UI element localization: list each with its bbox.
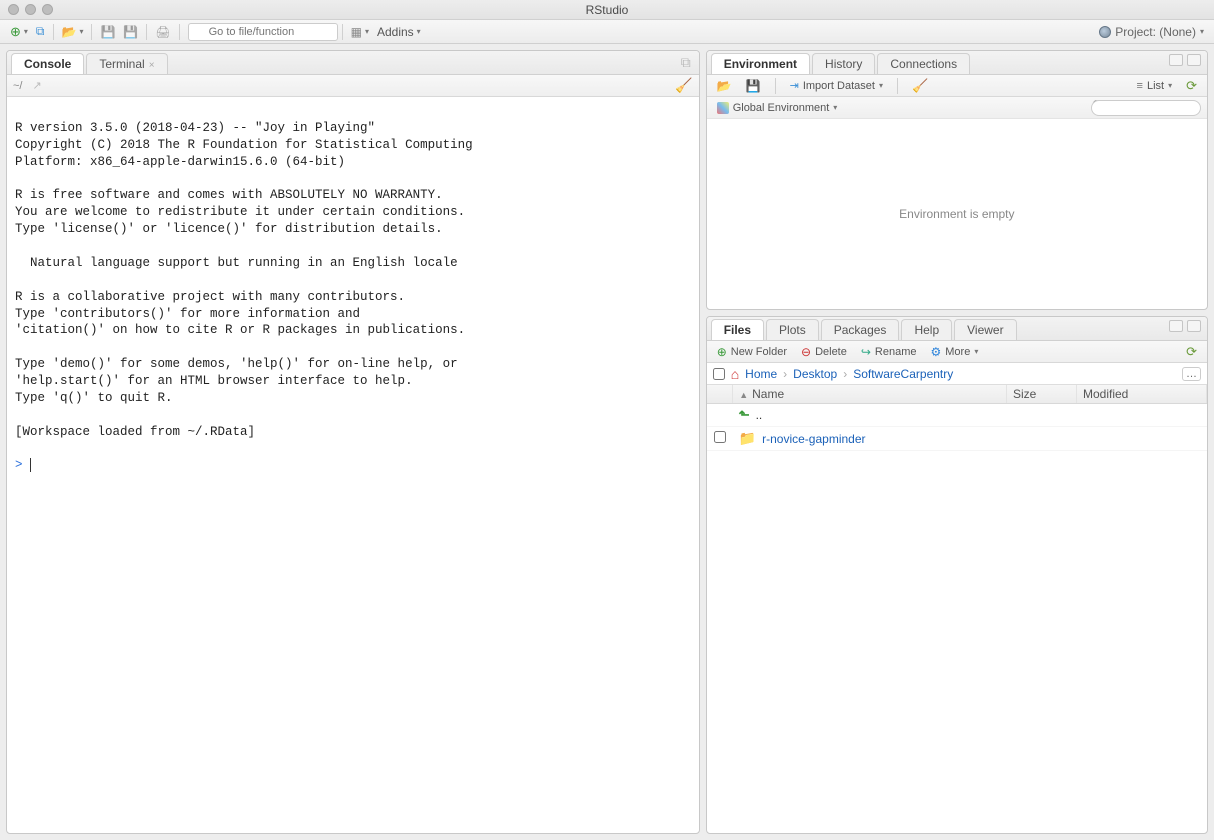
cursor xyxy=(30,458,31,472)
minimize-pane-icon[interactable] xyxy=(1169,320,1183,332)
tab-history[interactable]: History xyxy=(812,53,875,74)
environment-empty-message: Environment is empty xyxy=(707,119,1207,309)
project-label: Project: (None) xyxy=(1115,25,1196,39)
breadcrumb-link-softwarecarpentry[interactable]: SoftwareCarpentry xyxy=(853,367,953,381)
print-button[interactable]: 🖨 xyxy=(151,23,174,41)
addins-button[interactable]: Addins ▾ xyxy=(373,23,425,41)
open-file-button[interactable]: 📂▾ xyxy=(58,23,88,41)
tab-environment[interactable]: Environment xyxy=(711,53,810,74)
breadcrumb-link-home[interactable]: Home xyxy=(745,367,777,381)
window-titlebar: RStudio xyxy=(0,0,1214,20)
sort-asc-icon: ▲ xyxy=(739,390,748,400)
rename-button[interactable]: ↪ Rename xyxy=(857,343,921,361)
save-workspace-button[interactable]: 💾 xyxy=(742,77,765,95)
new-file-button[interactable]: ⊕▾ xyxy=(6,23,32,41)
breadcrumb-link-desktop[interactable]: Desktop xyxy=(793,367,837,381)
tab-console[interactable]: Console xyxy=(11,53,84,74)
breadcrumb: ⌂ Home › Desktop › SoftwareCarpentry … xyxy=(707,363,1207,385)
select-all-checkbox[interactable] xyxy=(713,368,725,380)
tab-packages[interactable]: Packages xyxy=(821,319,900,340)
tab-connections[interactable]: Connections xyxy=(877,53,970,74)
console-output[interactable]: R version 3.5.0 (2018-04-23) -- "Joy in … xyxy=(7,97,699,833)
env-view-mode[interactable]: ≡ List ▾ xyxy=(1133,78,1177,94)
clear-console-icon[interactable]: 🧹 xyxy=(675,77,692,94)
tab-help[interactable]: Help xyxy=(901,319,952,340)
chevron-right-icon: › xyxy=(843,367,847,381)
save-all-button[interactable]: 💾 xyxy=(119,23,142,41)
tab-plots[interactable]: Plots xyxy=(766,319,819,340)
refresh-env-button[interactable]: ⟳ xyxy=(1182,76,1201,96)
files-pane: Files Plots Packages Help Viewer ⊕ New F… xyxy=(706,316,1208,834)
close-icon[interactable]: × xyxy=(149,60,155,71)
table-row[interactable]: ⬑.. xyxy=(707,404,1207,427)
path-more-button[interactable]: … xyxy=(1182,367,1201,381)
window-title: RStudio xyxy=(0,3,1214,17)
parent-dir-icon: ⬑ xyxy=(739,407,750,423)
project-menu[interactable]: Project: (None) ▾ xyxy=(1099,25,1208,39)
column-select xyxy=(707,385,733,404)
console-pane: Console Terminal× ⧉ ~/ ↗ 🧹 R version 3.5… xyxy=(6,50,700,834)
more-button[interactable]: ⚙ More ▾ xyxy=(927,343,983,361)
tab-terminal[interactable]: Terminal× xyxy=(86,53,167,74)
tab-viewer[interactable]: Viewer xyxy=(954,319,1016,340)
column-name[interactable]: ▲Name xyxy=(733,385,1007,404)
cube-icon xyxy=(717,102,729,114)
save-button[interactable]: 💾 xyxy=(96,23,119,41)
clear-objects-button[interactable]: 🧹 xyxy=(908,76,932,96)
load-workspace-button[interactable]: 📂 xyxy=(713,77,736,95)
delete-button[interactable]: ⊖ Delete xyxy=(797,343,851,361)
env-scope-selector[interactable]: Global Environment ▾ xyxy=(713,100,842,116)
folder-icon: 📁 xyxy=(739,430,756,447)
row-checkbox[interactable] xyxy=(714,431,726,443)
column-size[interactable]: Size xyxy=(1007,385,1077,404)
popout-icon[interactable]: ⧉ xyxy=(679,54,693,71)
main-toolbar: ⊕▾ ⧉ 📂▾ 💾 💾 🖨 ➦ ▦▾ Addins ▾ Project: (No… xyxy=(0,20,1214,44)
new-folder-button[interactable]: ⊕ New Folder xyxy=(713,343,791,361)
maximize-pane-icon[interactable] xyxy=(1187,54,1201,66)
chevron-right-icon: › xyxy=(783,367,787,381)
home-icon[interactable]: ⌂ xyxy=(731,366,739,382)
minimize-pane-icon[interactable] xyxy=(1169,54,1183,66)
import-dataset-button[interactable]: ⇥ Import Dataset ▾ xyxy=(786,77,887,94)
goto-file-input[interactable] xyxy=(188,23,338,41)
addins-label: Addins xyxy=(377,25,414,39)
env-search-input[interactable] xyxy=(1091,100,1201,116)
tab-files[interactable]: Files xyxy=(711,319,764,340)
refresh-files-button[interactable]: ⟳ xyxy=(1182,342,1201,362)
browse-dir-icon[interactable]: ↗ xyxy=(32,79,41,92)
table-row[interactable]: 📁r-novice-gapminder xyxy=(707,427,1207,451)
column-modified[interactable]: Modified xyxy=(1077,385,1207,404)
r-logo-icon xyxy=(1099,26,1111,38)
maximize-pane-icon[interactable] xyxy=(1187,320,1201,332)
pane-layout-button[interactable]: ▦▾ xyxy=(347,23,373,41)
console-prompt: > xyxy=(15,458,23,472)
console-working-dir: ~/ xyxy=(13,80,22,92)
environment-pane: Environment History Connections 📂 💾 ⇥ Im… xyxy=(706,50,1208,310)
new-project-button[interactable]: ⧉ xyxy=(32,23,49,41)
